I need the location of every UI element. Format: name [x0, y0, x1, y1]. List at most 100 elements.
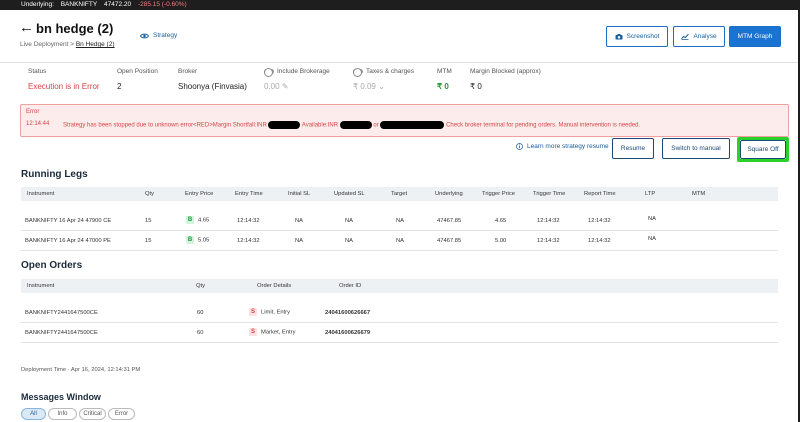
column-header: LTP [645, 191, 656, 197]
cell-target: NA [396, 218, 405, 224]
breadcrumb-current[interactable]: Bn Hedge (2) [76, 41, 115, 48]
cell-order-id: 24041600626667 [325, 310, 371, 316]
entry-price-value: 5.05 [198, 237, 210, 244]
column-header: Entry Time [235, 191, 263, 197]
chart-icon [681, 33, 690, 40]
error-message: Strategy has been stopped due to unknown… [63, 121, 640, 129]
filter-all[interactable]: All [21, 408, 46, 420]
resume-label: Resume [620, 145, 646, 152]
cell-updated-sl: NA [345, 238, 354, 244]
info-icon [516, 143, 523, 150]
cell-instrument: BANKNIFTY2441647500CE [25, 310, 98, 316]
entry-price-value: 4.65 [198, 217, 210, 224]
taxes-value: ₹ 0.09 ⌄ [353, 82, 385, 91]
buy-badge: B [186, 236, 194, 244]
table-row[interactable]: BANKNIFTY2441647500CE 60 S Limit, Entry 2… [21, 303, 778, 323]
column-header: Target [391, 191, 408, 197]
cell-initial-sl: NA [295, 218, 304, 224]
taxes-toggle[interactable]: Taxes & charges [353, 67, 415, 77]
error-title: Error [26, 109, 40, 115]
open-orders-title: Open Orders [21, 260, 83, 271]
cell-order-details: S Limit, Entry [249, 308, 290, 316]
column-header: Trigger Price [482, 191, 515, 197]
column-header: Instrument [27, 191, 55, 197]
cell-entry-price: B 4.65 [186, 216, 209, 224]
taxes-label: Taxes & charges [366, 68, 415, 75]
ticker-symbol: BANKNIFTY [60, 1, 98, 8]
table-row[interactable]: BANKNIFTY2441647500CE 60 S Market, Entry … [21, 323, 778, 343]
open-position-label: Open Position [117, 68, 158, 75]
redacted-block [380, 121, 445, 129]
cell-entry-time: 12:14:32 [237, 218, 260, 224]
learn-more-label: Learn more strategy resume [527, 143, 609, 150]
cell-updated-sl: NA [345, 218, 354, 224]
order-details-value: Limit, Entry [261, 309, 290, 316]
redacted-block [268, 121, 301, 129]
screenshot-button[interactable]: Screenshot [606, 26, 668, 47]
switch-to-manual-label: Switch to manual [671, 145, 721, 152]
back-arrow-icon[interactable]: ← [19, 20, 34, 36]
error-time: 12:14:44 [26, 121, 50, 127]
column-header: Initial SL [288, 191, 311, 197]
table-row[interactable]: BANKNIFTY 16 Apr 24 47900 CE 15 B 4.65 12… [21, 211, 778, 231]
include-brokerage-toggle[interactable]: Include Brokerage [264, 67, 330, 77]
column-header: Trigger Time [533, 191, 566, 197]
column-header: Order ID [339, 283, 362, 289]
running-legs-header: Instrument Qty Entry Price Entry Time In… [21, 187, 778, 201]
analyse-button[interactable]: Analyse [673, 26, 725, 47]
column-header: Report Time [584, 191, 616, 197]
error-panel: Error 12:14:44 Strategy has been stopped… [20, 104, 789, 137]
cell-qty: 15 [145, 218, 152, 224]
column-header: Qty [145, 191, 155, 197]
toggle-switch[interactable] [264, 67, 274, 77]
ticker-label: Underlying: [21, 1, 54, 8]
cell-report-time: 12:14:32 [588, 238, 611, 244]
mtm-graph-label: MTM Graph [737, 33, 773, 40]
cell-ltp: NA [648, 216, 657, 222]
cell-instrument: BANKNIFTY2441647500CE [25, 330, 98, 336]
cell-underlying: 47467.85 [437, 218, 462, 224]
cell-report-time: 12:14:32 [588, 218, 611, 224]
filter-error[interactable]: Error [108, 408, 135, 420]
sell-badge: S [249, 308, 257, 316]
cell-qty: 15 [145, 238, 152, 244]
strategy-link-label: Strategy [153, 32, 178, 39]
redacted-block [339, 121, 372, 129]
breadcrumb: Live Deployment > Bn Hedge (2) [20, 41, 115, 48]
margin-blocked-label: Margin Blocked (approx) [470, 68, 541, 75]
error-message-part: Strategy has been stopped due to unknown… [63, 122, 267, 129]
cell-qty: 60 [197, 330, 204, 336]
strategy-link[interactable]: Strategy [140, 32, 177, 39]
column-header: Order Details [257, 283, 292, 289]
page-title: bn hedge (2) [36, 21, 114, 36]
eye-icon [140, 33, 149, 38]
broker-label: Broker [178, 68, 198, 75]
breadcrumb-parent[interactable]: Live Deployment [20, 41, 68, 48]
cell-instrument: BANKNIFTY 16 Apr 24 47900 CE [25, 218, 112, 224]
table-row[interactable]: BANKNIFTY 16 Apr 24 47000 PE 15 B 5.05 12… [21, 231, 778, 251]
deployment-page: ← bn hedge (2) Strategy Live Deployment … [0, 10, 798, 422]
camera-icon [615, 33, 623, 39]
mtm-value: ₹ 0 [437, 82, 449, 91]
square-off-label: Square Off [747, 146, 779, 153]
cell-trigger-price: 5.00 [495, 238, 507, 244]
learn-more-link[interactable]: Learn more strategy resume [516, 143, 609, 150]
status-value: Execution is in Error [28, 82, 100, 91]
chevron-down-icon[interactable]: ⌄ [378, 82, 385, 91]
toggle-switch[interactable] [353, 67, 363, 77]
ticker-price: 47472.20 [104, 1, 132, 8]
switch-to-manual-button[interactable]: Switch to manual [662, 138, 730, 159]
messages-window-title: Messages Window [21, 392, 101, 402]
sell-badge: S [249, 328, 257, 336]
ticker-bar: Underlying: BANKNIFTY 47472.20 -285.15 (… [0, 0, 800, 10]
mtm-graph-button[interactable]: MTM Graph [729, 26, 781, 47]
status-label: Status [28, 68, 47, 75]
analyse-label: Analyse [693, 33, 717, 40]
screenshot-label: Screenshot [626, 33, 660, 40]
cell-order-details: S Market, Entry [249, 328, 295, 336]
resume-button[interactable]: Resume [612, 138, 654, 159]
filter-critical[interactable]: Critical [79, 408, 106, 420]
square-off-button[interactable]: Square Off [740, 140, 786, 159]
filter-info[interactable]: Info [48, 408, 77, 420]
edit-icon[interactable]: ✎ [282, 82, 289, 91]
